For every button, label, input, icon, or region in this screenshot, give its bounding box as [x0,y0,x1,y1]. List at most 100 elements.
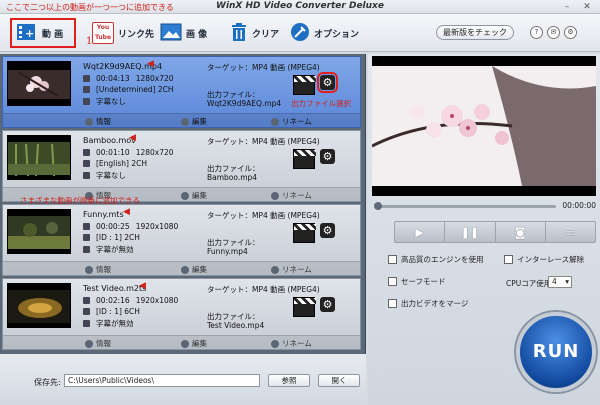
title-bar: ここで二つ以上の動画が一つ一つに追加できる WinX HD Video Conv… [0,0,600,14]
target-format[interactable]: ターゲット：MP4 動画 (MPEG4) [207,210,320,221]
edit-button[interactable]: 編集 [181,264,207,275]
list-item[interactable]: Bamboo.mov 00:01:10 1280x720 [English] 2C… [2,130,361,202]
video-preview [372,56,596,196]
audio-info-row: [Undetermined] 2CH [83,85,174,94]
item-action-bar: 情報 編集 リネーム [3,335,360,349]
clapperboard-icon[interactable] [293,297,316,317]
subtitle-icon [83,320,90,327]
pencil-icon [271,191,279,200]
seek-track[interactable] [378,205,556,208]
merge-checkbox[interactable] [388,299,397,308]
rename-button[interactable]: リネーム [271,338,312,349]
merge-option[interactable]: 出力ビデオをマージ [388,298,468,309]
options-button[interactable]: オプション [290,18,359,48]
list-item[interactable]: Funny.mts 00:00:25 1920x1080 [ID : 1] 2CH… [2,204,361,276]
annotation-output-select: 出力ファイル選択 [291,99,351,108]
safe-mode-option[interactable]: セーフモード [388,276,446,287]
pause-icon[interactable]: ❚❚ [445,222,496,242]
check-update-button[interactable]: 最新版をチェック [436,25,514,40]
output-name[interactable]: Test Video.mp4 [207,321,264,330]
cpu-core-select[interactable]: 4 ▾ [548,276,572,288]
list-item[interactable]: Test Video.m2ts 00:02:16 1920x1080 [ID : … [2,278,361,350]
video-thumbnail [7,61,71,106]
edit-button[interactable]: 編集 [181,338,207,349]
rename-button[interactable]: リネーム [271,190,312,201]
pencil-icon [271,117,279,126]
deinterlace-checkbox[interactable] [504,255,513,264]
list-item[interactable]: Wqt2K9d9AEQ.mp4 00:04:13 1280x720 [Undete… [2,56,361,128]
output-name[interactable]: Wqt2K9d9AEQ.mp4 [207,99,281,108]
add-image-label: 画 像 [186,29,208,40]
safe-mode-checkbox[interactable] [388,277,397,286]
wrench-icon [290,22,310,45]
codec-settings-icon[interactable]: ⚙ [320,149,335,164]
codec-settings-icon[interactable]: ⚙ [320,223,335,238]
seek-handle[interactable] [374,202,382,210]
target-format[interactable]: ターゲット：MP4 動画 (MPEG4) [207,284,320,295]
video-info-row: 00:01:10 1280x720 [83,148,174,157]
film-icon [83,149,90,156]
subtitle-info-row: 字幕なし [83,96,126,107]
youtube-label: リンク先 [118,29,155,40]
info-button[interactable]: 情報 [85,264,111,275]
subtitle-icon [83,98,90,105]
settings-icon[interactable]: ⚙ [564,26,577,39]
clear-button[interactable]: クリア [230,18,279,48]
clapperboard-icon[interactable] [293,149,316,169]
target-format[interactable]: ターゲット：MP4 動画 (MPEG4) [207,62,320,73]
output-name[interactable]: Bamboo.mp4 [207,173,257,182]
browse-button[interactable]: 参照 [268,374,310,387]
mail-icon[interactable]: ✉ [547,26,560,39]
output-name[interactable]: Funny.mp4 [207,247,248,256]
snapshot-icon[interactable]: ◙ [496,222,546,242]
resolution: 1280x720 [135,74,174,83]
play-icon[interactable]: ▶ [395,222,446,242]
video-thumbnail [7,209,71,254]
target-format[interactable]: ターゲット：MP4 動画 (MPEG4) [207,136,320,147]
speaker-icon [83,308,90,315]
rename-button[interactable]: リネーム [271,116,312,127]
info-icon [85,265,93,274]
seek-bar[interactable]: 00:00:00 [372,200,596,212]
annotation-redbox [10,18,76,48]
film-icon [83,297,90,304]
folder-icon[interactable]: ▭ [546,222,595,242]
edit-button[interactable]: 編集 [181,116,207,127]
speaker-icon [83,234,90,241]
clapperboard-icon[interactable] [293,223,316,243]
subtitle-info-row: 字幕が無効 [83,318,134,329]
audio-track: [Undetermined] 2CH [96,85,174,94]
help-icon[interactable]: ? [530,26,543,39]
scissors-icon [181,191,189,200]
duration: 00:04:13 [96,74,130,83]
rename-button[interactable]: リネーム [271,264,312,275]
file-name: Funny.mts [83,210,124,219]
save-to-label: 保存先: [34,378,61,387]
minimize-icon[interactable]: – [562,2,572,12]
close-icon[interactable]: ✕ [582,2,592,12]
pencil-icon [271,265,279,274]
current-time: 00:00:00 [562,201,596,210]
codec-settings-icon[interactable]: ⚙ [317,72,338,93]
hw-engine-checkbox[interactable] [388,255,397,264]
run-button[interactable]: RUN [516,312,596,392]
subtitle-status: 字幕なし [96,97,126,106]
youtube-icon: You Tube [92,22,114,44]
open-folder-button[interactable]: 開く [318,374,360,387]
video-thumbnail [7,283,71,328]
film-icon [83,223,90,230]
deinterlace-option[interactable]: インターレース解除 [504,254,584,265]
codec-settings-icon[interactable]: ⚙ [320,297,335,312]
info-icon [85,339,93,348]
video-info-row: 00:04:13 1280x720 [83,74,174,83]
pencil-icon [271,339,279,348]
info-button[interactable]: 情報 [85,338,111,349]
trash-icon [230,22,248,45]
hw-engine-option[interactable]: 高品質のエンジンを使用 [388,254,484,265]
info-button[interactable]: 情報 [85,116,111,127]
youtube-button[interactable]: You Tube リンク先 [92,18,154,48]
clapperboard-icon[interactable] [293,75,316,95]
edit-button[interactable]: 編集 [181,190,207,201]
save-path-input[interactable]: C:\Users\Public\Videos\ [64,374,260,387]
add-image-button[interactable]: 画 像 [160,18,207,48]
